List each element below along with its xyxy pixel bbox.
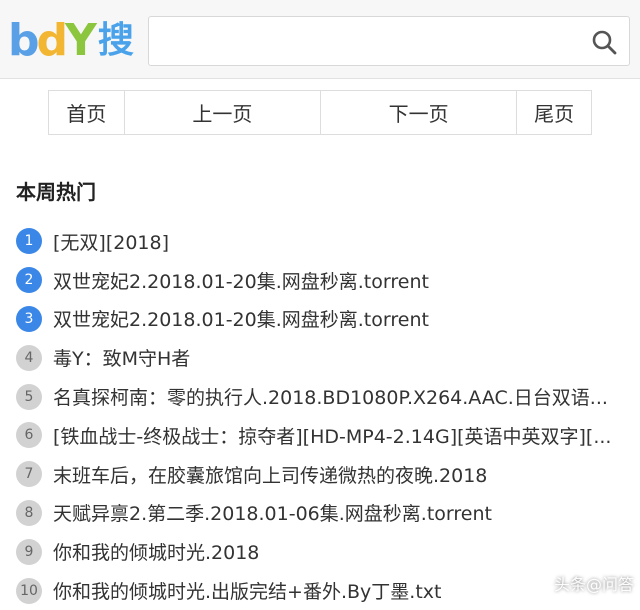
item-title-link[interactable]: 天赋异禀2.第二季.2018.01-06集.网盘秒离.torrent	[53, 499, 492, 526]
rank-badge: 7	[16, 461, 42, 488]
item-title-link[interactable]: 末班车后，在胶囊旅馆向上司传递微热的夜晚.2018	[53, 461, 487, 488]
search-box[interactable]	[148, 16, 630, 66]
list-item[interactable]: 7 末班车后，在胶囊旅馆向上司传递微热的夜晚.2018	[16, 455, 636, 494]
search-input[interactable]	[157, 25, 581, 59]
item-title-link[interactable]: [无双][2018]	[53, 228, 169, 255]
item-title-link[interactable]: 毒Y：致M守H者	[53, 344, 190, 371]
pagination: 首页 上一页 下一页 尾页	[48, 90, 592, 135]
rank-badge: 2	[16, 267, 42, 294]
list-item[interactable]: 1 [无双][2018]	[16, 222, 636, 261]
pager-prev-button[interactable]: 上一页	[125, 91, 321, 134]
item-title-link[interactable]: 双世宠妃2.2018.01-20集.网盘秒离.torrent	[53, 305, 429, 332]
rank-badge: 9	[16, 538, 42, 565]
watermark-text: 头条@问答	[553, 575, 634, 594]
list-item[interactable]: 3 双世宠妃2.2018.01-20集.网盘秒离.torrent	[16, 300, 636, 339]
rank-badge: 8	[16, 499, 42, 526]
rank-badge: 3	[16, 305, 42, 332]
rank-badge: 4	[16, 344, 42, 371]
chat-bubble-icon	[533, 576, 549, 592]
pager-home-button[interactable]: 首页	[49, 91, 125, 134]
list-item[interactable]: 5 名真探柯南：零的执行人.2018.BD1080P.X264.AAC.日台双语.…	[16, 377, 636, 416]
item-title-link[interactable]: 双世宠妃2.2018.01-20集.网盘秒离.torrent	[53, 267, 429, 294]
item-title-link[interactable]: [铁血战士-终极战士：掠夺者][HD-MP4-2.14G][英语中英双字][..…	[53, 422, 611, 449]
hot-list: 1 [无双][2018] 2 双世宠妃2.2018.01-20集.网盘秒离.torre…	[16, 222, 636, 610]
logo-cjk-character: 搜	[97, 20, 134, 61]
watermark: 头条@问答	[532, 571, 634, 595]
list-item[interactable]: 4 毒Y：致M守H者	[16, 338, 636, 377]
rank-badge: 5	[16, 383, 42, 410]
pager-last-button[interactable]: 尾页	[517, 91, 591, 134]
search-icon[interactable]	[591, 29, 617, 55]
pager-next-button[interactable]: 下一页	[321, 91, 518, 134]
item-title-link[interactable]: 名真探柯南：零的执行人.2018.BD1080P.X264.AAC.日台双语..…	[53, 383, 608, 410]
item-title-link[interactable]: 你和我的倾城时光.出版完结+番外.By丁墨.txt	[53, 577, 441, 604]
item-title-link[interactable]: 你和我的倾城时光.2018	[53, 538, 259, 565]
top-bar: bdY 搜	[0, 0, 640, 79]
rank-badge: 1	[16, 228, 42, 255]
rank-badge: 10	[16, 577, 42, 604]
list-item[interactable]: 9 你和我的倾城时光.2018	[16, 532, 636, 571]
rank-badge: 6	[16, 422, 42, 449]
list-item[interactable]: 6 [铁血战士-终极战士：掠夺者][HD-MP4-2.14G][英语中英双字][.…	[16, 416, 636, 455]
list-item[interactable]: 2 双世宠妃2.2018.01-20集.网盘秒离.torrent	[16, 261, 636, 300]
list-item[interactable]: 8 天赋异禀2.第二季.2018.01-06集.网盘秒离.torrent	[16, 494, 636, 533]
section-title: 本周热门	[16, 180, 96, 204]
site-logo[interactable]: bdY 搜	[8, 16, 134, 66]
logo-wordmark: bdY	[8, 15, 97, 66]
